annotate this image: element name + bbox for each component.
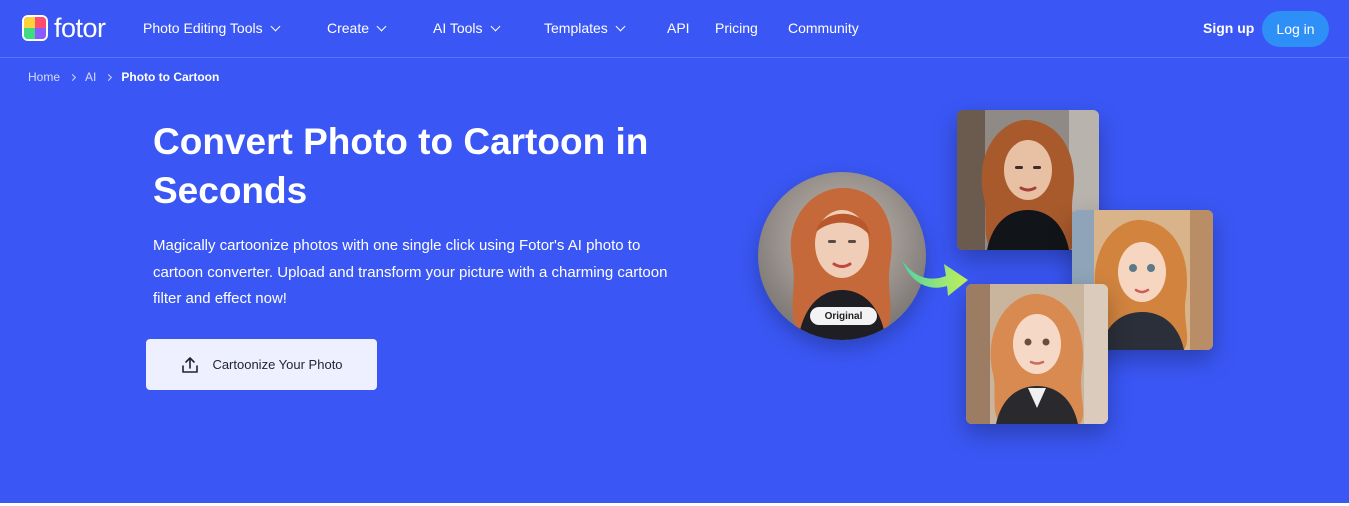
nav-label: Create: [327, 20, 370, 36]
page: fotor Photo Editing Tools Create AI Tool…: [0, 0, 1349, 503]
sign-up-link[interactable]: Sign up: [1203, 20, 1254, 36]
original-label: Original: [810, 307, 877, 325]
cta-label: Cartoonize Your Photo: [212, 357, 343, 372]
nav-label: AI Tools: [433, 20, 483, 36]
top-navigation: fotor Photo Editing Tools Create AI Tool…: [0, 0, 1349, 58]
nav-pricing[interactable]: Pricing: [715, 20, 758, 36]
nav-create[interactable]: Create: [327, 20, 387, 36]
chevron-down-icon: [270, 21, 281, 31]
chevron-down-icon: [376, 21, 387, 31]
hero-description: Magically cartoonize photos with one sin…: [153, 237, 668, 307]
breadcrumb-ai[interactable]: AI: [85, 70, 96, 84]
chevron-down-icon: [490, 21, 500, 31]
fotor-logo[interactable]: fotor: [22, 13, 106, 43]
cartoonize-photo-button[interactable]: Cartoonize Your Photo: [146, 339, 377, 390]
nav-label: Pricing: [715, 20, 758, 36]
breadcrumb-home[interactable]: Home: [28, 70, 60, 84]
nav-templates[interactable]: Templates: [544, 20, 626, 36]
chevron-right-icon: [68, 73, 77, 81]
page-title: Convert Photo to Cartoon in Seconds: [153, 121, 649, 211]
log-in-button[interactable]: Log in: [1262, 11, 1329, 47]
logo-icon: [22, 15, 48, 41]
nav-label: Photo Editing Tools: [143, 20, 263, 36]
nav-api[interactable]: API: [667, 20, 690, 36]
nav-label: API: [667, 20, 690, 36]
arrow-icon: [902, 260, 968, 296]
breadcrumb: Home AI Photo to Cartoon: [28, 70, 219, 84]
breadcrumb-current: Photo to Cartoon: [121, 70, 220, 84]
chevron-down-icon: [615, 21, 626, 31]
nav-label: Templates: [544, 20, 608, 36]
nav-community[interactable]: Community: [788, 20, 859, 36]
logo-text: fotor: [54, 13, 106, 43]
nav-ai-tools[interactable]: AI Tools: [433, 20, 500, 36]
chevron-right-icon: [105, 73, 113, 81]
cartoon-result-3: [966, 284, 1108, 424]
nav-label: Community: [788, 20, 859, 36]
upload-icon: [182, 356, 199, 373]
nav-photo-editing-tools[interactable]: Photo Editing Tools: [143, 20, 281, 36]
